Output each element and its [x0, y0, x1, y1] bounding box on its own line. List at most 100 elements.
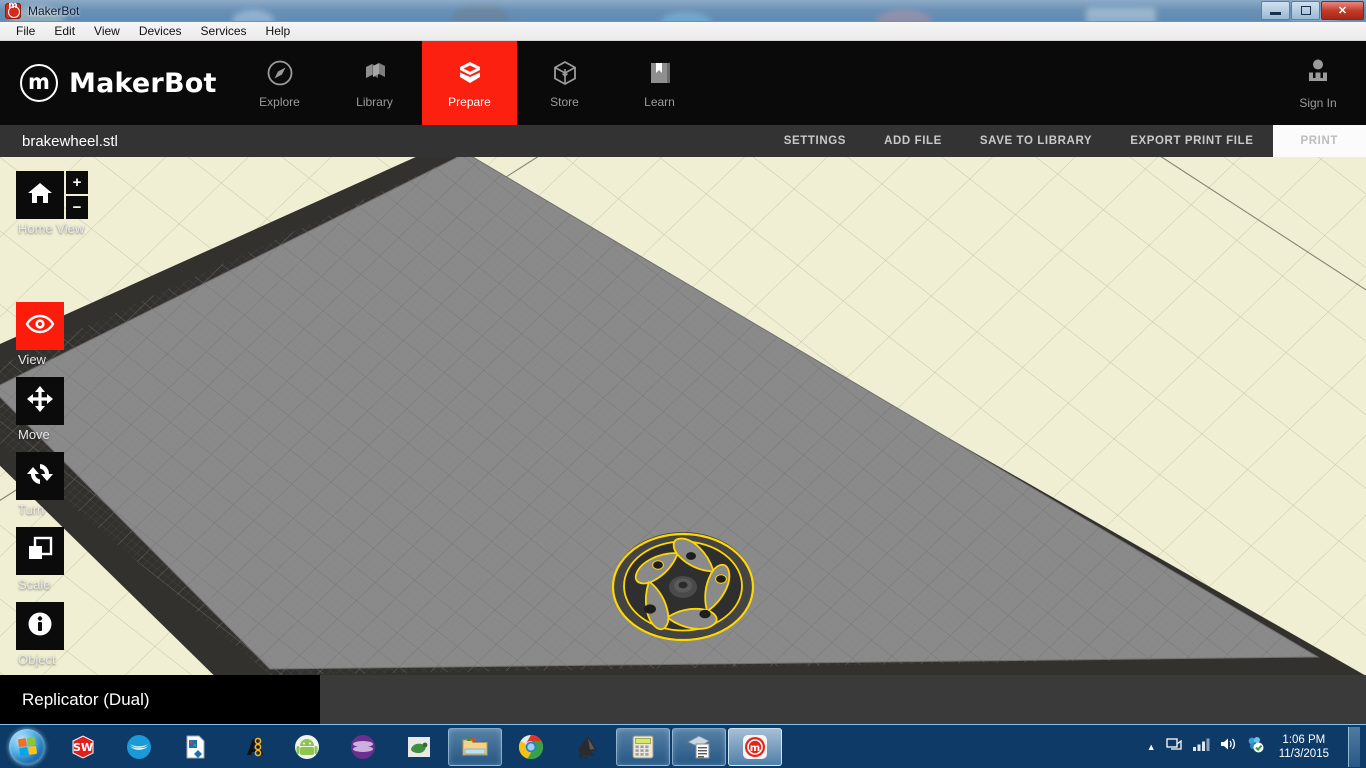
scale-tool-button[interactable]: [16, 527, 64, 575]
menu-edit[interactable]: Edit: [46, 22, 83, 40]
nav-item-learn[interactable]: Learn: [612, 41, 707, 125]
nav-label-learn: Learn: [644, 94, 675, 109]
taskbar-publisher[interactable]: [168, 728, 222, 766]
turn-tool-label: Turn: [18, 502, 45, 517]
windows-taskbar: SW A m ▲ 1:06 PM 11/3/2015: [0, 724, 1366, 768]
home-view-group: + − Home View: [16, 171, 106, 236]
object-tool-label: Object: [18, 652, 56, 667]
start-button[interactable]: [2, 727, 52, 767]
menu-view[interactable]: View: [86, 22, 128, 40]
print-button: PRINT: [1272, 125, 1366, 157]
taskbar-document-viewer[interactable]: [672, 727, 726, 766]
file-name: brakewheel.stl: [22, 132, 118, 150]
taskbar-solidworks[interactable]: SW: [56, 728, 110, 766]
tool-turn-group: Turn: [16, 452, 106, 517]
chrome-icon: [517, 733, 545, 761]
close-button[interactable]: ✕: [1321, 0, 1364, 20]
object-tool-button[interactable]: [16, 602, 64, 650]
nav-label-store: Store: [550, 94, 579, 109]
nav-label-library: Library: [356, 94, 393, 109]
toolbar-actions: SETTINGS ADD FILE SAVE TO LIBRARY EXPORT…: [765, 125, 1366, 157]
clock-date: 11/3/2015: [1278, 747, 1329, 760]
nav-item-explore[interactable]: Explore: [232, 41, 327, 125]
menu-help[interactable]: Help: [258, 22, 299, 40]
build-plate-viewport[interactable]: + − Home View View Move Turn Scale Objec…: [0, 157, 1366, 675]
file-toolbar: brakewheel.stl SETTINGS ADD FILE SAVE TO…: [0, 125, 1366, 157]
add-file-button[interactable]: ADD FILE: [865, 125, 961, 157]
makerbot-mark-icon: [20, 64, 58, 102]
settings-button[interactable]: SETTINGS: [765, 125, 865, 157]
taskbar-openoffice[interactable]: [112, 728, 166, 766]
makerbot-taskbar-icon: m: [741, 733, 769, 761]
taskbar-android-studio[interactable]: [280, 728, 334, 766]
home-view-button[interactable]: [16, 171, 64, 219]
zoom-controls: + −: [66, 171, 88, 219]
minimize-button[interactable]: [1261, 0, 1290, 20]
inkscape-icon: [573, 733, 601, 761]
show-desktop-button[interactable]: [1348, 726, 1360, 767]
home-view-label: Home View: [18, 221, 85, 236]
makerbot-logo: MakerBot: [0, 41, 232, 125]
tool-move-group: Move: [16, 377, 106, 442]
system-tray: ▲ 1:06 PM 11/3/2015: [1147, 726, 1366, 767]
model-brakewheel: [611, 532, 755, 642]
document-blue-icon: [181, 733, 209, 761]
tool-sidebar: + − Home View View Move Turn Scale Objec…: [16, 171, 106, 675]
hexbox-icon: [455, 58, 485, 88]
compass-icon: [265, 58, 295, 88]
taskbar-acrobat[interactable]: A: [224, 728, 278, 766]
tool-view-group: View: [16, 302, 106, 367]
menu-bar: File Edit View Devices Services Help: [0, 22, 1366, 41]
save-to-library-button[interactable]: SAVE TO LIBRARY: [961, 125, 1111, 157]
taskbar-file-explorer[interactable]: [448, 727, 502, 766]
clock-time: 1:06 PM: [1282, 733, 1326, 746]
taskbar-eclipse[interactable]: [336, 728, 390, 766]
nav-item-prepare[interactable]: Prepare: [422, 41, 517, 125]
restore-button[interactable]: [1291, 0, 1320, 20]
makerbot-icon: [5, 1, 21, 19]
volume-icon[interactable]: [1219, 736, 1237, 757]
package-icon: [550, 58, 580, 88]
home-icon: [26, 180, 54, 211]
calculator-icon: [629, 733, 657, 761]
eclipse-icon: [349, 733, 377, 761]
nav-item-library[interactable]: Library: [327, 41, 422, 125]
svg-text:SW: SW: [73, 741, 93, 754]
openoffice-icon: [125, 733, 153, 761]
turn-tool-button[interactable]: [16, 452, 64, 500]
device-icon[interactable]: [1165, 735, 1183, 758]
nav-label-prepare: Prepare: [448, 94, 491, 109]
zoom-in-button[interactable]: +: [66, 171, 88, 194]
taskbar-buttons: SW A m: [56, 727, 782, 766]
nav-label-explore: Explore: [259, 94, 300, 109]
clock[interactable]: 1:06 PM 11/3/2015: [1273, 733, 1335, 761]
taskbar-google-chrome[interactable]: [504, 728, 558, 766]
view-tool-button[interactable]: [16, 302, 64, 350]
book-bookmark-icon: [645, 58, 675, 88]
nav-item-store[interactable]: Store: [517, 41, 612, 125]
export-print-file-button[interactable]: EXPORT PRINT FILE: [1111, 125, 1272, 157]
acrobat-icon: A: [237, 733, 265, 761]
show-hidden-icons-button[interactable]: ▲: [1147, 742, 1156, 752]
windows-logo-icon: [9, 728, 45, 765]
taskbar-inkscape[interactable]: [560, 728, 614, 766]
build-plate-3d: [0, 157, 1366, 675]
move-tool-button[interactable]: [16, 377, 64, 425]
info-icon: [26, 610, 54, 643]
menu-file[interactable]: File: [8, 22, 43, 40]
books-icon: [360, 58, 390, 88]
zoom-out-button[interactable]: −: [66, 196, 88, 219]
sign-in-button[interactable]: Sign In: [1270, 41, 1366, 125]
taskbar-makerbot-desktop[interactable]: m: [728, 727, 782, 766]
taskbar-python-turtle[interactable]: [392, 728, 446, 766]
selected-printer[interactable]: Replicator (Dual): [0, 675, 320, 724]
main-navigation: MakerBot Explore Library: [0, 41, 1366, 125]
sign-in-label: Sign In: [1299, 95, 1337, 110]
network-icon[interactable]: [1192, 736, 1210, 757]
scale-tool-label: Scale: [18, 577, 51, 592]
taskbar-calculator[interactable]: [616, 727, 670, 766]
sync-icon[interactable]: [1246, 735, 1264, 758]
menu-services[interactable]: Services: [193, 22, 255, 40]
status-bar: Replicator (Dual): [0, 675, 1366, 724]
menu-devices[interactable]: Devices: [131, 22, 190, 40]
